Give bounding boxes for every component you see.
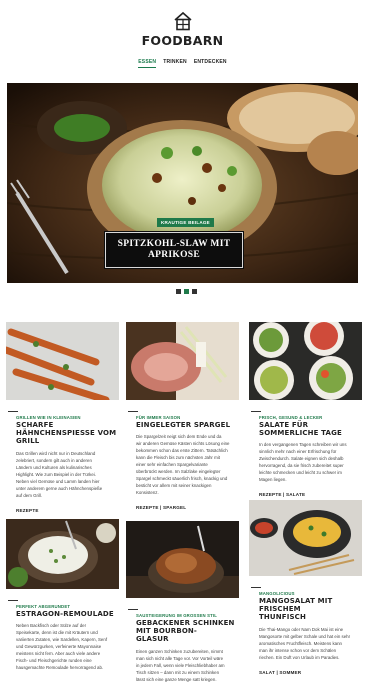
- article-category: FÜR IMMER SAISON: [136, 415, 181, 420]
- slider-pagination: [176, 289, 197, 294]
- article-card[interactable]: MANGOLICIOUS MANGOSALAT MIT FRISCHEM THUN…: [249, 500, 362, 675]
- article-card[interactable]: SAUSTEIGERUNG IM GROSSEN STIL GEBACKENER…: [126, 521, 239, 683]
- article-tags[interactable]: REZEPTE: [16, 508, 119, 513]
- article-tags[interactable]: REZEPTE | SPARGEL: [136, 505, 239, 510]
- article-category: FRISCH, GESUND & LECKER: [259, 415, 323, 420]
- article-title[interactable]: EINGELEGTER SPARGEL: [136, 421, 239, 429]
- article-category: SAUSTEIGERUNG IM GROSSEN STIL: [136, 613, 217, 618]
- article-image[interactable]: [6, 519, 119, 594]
- house-icon[interactable]: [173, 11, 193, 31]
- article-title[interactable]: GEBACKENER SCHINKEN MIT BOURBON- GLASUR: [136, 619, 239, 644]
- brand-name[interactable]: FOODBARN: [0, 33, 365, 48]
- article-tags[interactable]: REZEPTE | SALATE: [259, 492, 362, 497]
- slider-dot-2[interactable]: [184, 289, 189, 294]
- article-category: MANGOLICIOUS: [259, 591, 295, 596]
- article-tags[interactable]: SALAT | SOMMER: [259, 670, 362, 675]
- hero-title-line2: APRIKOSE: [147, 250, 201, 260]
- nav-item-entdecken[interactable]: ENTDECKEN: [194, 59, 227, 68]
- article-category: PERFEKT ABGERUNDET: [16, 604, 71, 609]
- article-excerpt: Neben Backfisch oder Sülze auf der Speise…: [16, 623, 108, 671]
- hero-title-line1: SPITZKOHL-SLAW MIT: [117, 239, 231, 249]
- article-image[interactable]: [126, 521, 239, 603]
- article-image[interactable]: [249, 322, 362, 405]
- article-image[interactable]: [6, 322, 119, 405]
- article-title[interactable]: ESTRAGON-REMOULADE: [16, 610, 119, 618]
- article-image[interactable]: [249, 500, 362, 581]
- nav-item-essen[interactable]: ESSEN: [138, 59, 157, 68]
- article-excerpt: Einen ganzen Schinken zuzubereiten, nimm…: [136, 648, 225, 682]
- article-card[interactable]: GRILLEN WIE IN KLEINASIEN SCHARFE HÄHNCH…: [6, 322, 119, 513]
- article-title[interactable]: MANGOSALAT MIT FRISCHEM THUNFISCH: [259, 597, 362, 622]
- article-card[interactable]: FRISCH, GESUND & LECKER SALATE FÜR SOMME…: [249, 322, 362, 497]
- slider-dot-3[interactable]: [192, 289, 197, 294]
- nav-item-trinken[interactable]: TRINKEN: [163, 59, 187, 68]
- main-nav: ESSEN TRINKEN ENTDECKEN: [0, 59, 365, 68]
- article-excerpt: Das Grillen wird nicht nur in Deutschlan…: [16, 450, 103, 498]
- article-title[interactable]: SCHARFE HÄHNCHENSPIESSE VOM GRILL: [16, 421, 119, 446]
- article-title[interactable]: SALATE FÜR SOMMERLICHE TAGE: [259, 421, 362, 437]
- hero-category-badge: KRAUTIGE BEILAGE: [157, 218, 214, 227]
- article-excerpt: Die Thai-Mango oder Nam Dok Mai ist eine…: [259, 626, 351, 660]
- hero-title-box[interactable]: SPITZKOHL-SLAW MIT APRIKOSE: [104, 231, 244, 269]
- article-image[interactable]: [126, 322, 239, 405]
- article-excerpt: In den vergangenen Tagen schreiben wir u…: [259, 442, 347, 483]
- article-category: GRILLEN WIE IN KLEINASIEN: [16, 415, 81, 420]
- article-excerpt: Die Spargelzeit neigt sich dem Ende und …: [136, 434, 230, 496]
- slider-dot-1[interactable]: [176, 289, 181, 294]
- site-header: FOODBARN ESSEN TRINKEN ENTDECKEN: [0, 0, 365, 82]
- article-card[interactable]: PERFEKT ABGERUNDET ESTRAGON-REMOULADE Ne…: [6, 519, 119, 671]
- article-card[interactable]: FÜR IMMER SAISON EINGELEGTER SPARGEL Die…: [126, 322, 239, 510]
